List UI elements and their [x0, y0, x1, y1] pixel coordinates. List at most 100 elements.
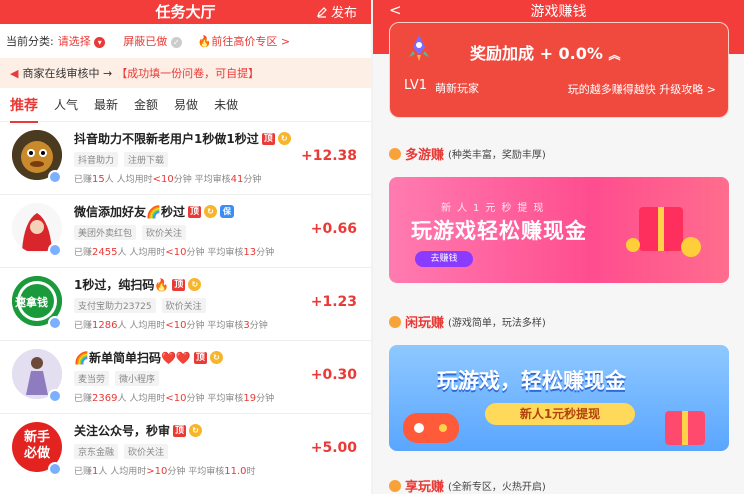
task-title: 🌈新单简单扫码❤️❤️ 顶 ↻ [74, 349, 223, 366]
top-tag: 顶 [172, 278, 186, 291]
verified-badge-icon [48, 243, 62, 257]
task-stats: 已赚1人 人均用时>10分钟 平均审核11.0时 [74, 464, 256, 477]
stat-done-suffix: 人 人均用时 [98, 467, 147, 477]
task-tag: 砍价关注 [124, 444, 169, 459]
task-tags: 支付宝助力23725 砍价关注 [74, 298, 206, 313]
stat-time-suffix: 分钟 平均审核 [186, 394, 244, 404]
verified-badge-icon [48, 462, 62, 476]
task-tag: 京东金融 [74, 444, 119, 459]
high-price-link[interactable]: 🔥前往高价专区 > [198, 33, 290, 49]
hide-done-label: 屏蔽已做 [123, 35, 168, 48]
game-earn-panel: < 游戏赚钱 奖励加成 + 0.0% ︽ LV1 萌新玩家 玩的越多赚得越快 升级… [373, 0, 744, 494]
section-name: 闲玩赚 [405, 316, 445, 331]
verified-badge-icon [48, 316, 62, 330]
task-tag: 砍价关注 [161, 298, 206, 313]
task-title-text: 🌈新单简单扫码❤️❤️ [74, 351, 191, 365]
tab-easy[interactable]: 易做 [174, 96, 198, 113]
top-tag: 顶 [193, 351, 207, 364]
task-tag: 支付宝助力23725 [74, 298, 156, 313]
stat-time: <10 [165, 320, 187, 331]
task-title: 微信添加好友🌈秒过顶 ↻ 保 [74, 203, 234, 220]
banner-subtitle: 新人1元秒提现 [441, 203, 550, 214]
task-row[interactable]: 新手必做 关注公众号，秒审顶 ↻ 京东金融 砍价关注 已赚1人 人均用时>10分钟 … [0, 414, 371, 487]
coin-icon: ↻ [203, 205, 217, 218]
task-stats: 已赚2369人 人均用时<10分钟 平均审核19分钟 [74, 391, 274, 404]
coin-icon [389, 479, 401, 492]
hide-done-toggle[interactable]: 屏蔽已做 ✓ [123, 33, 182, 49]
tab-newest[interactable]: 最新 [94, 96, 118, 113]
stat-time: <10 [165, 247, 187, 258]
chevron-down-icon: ▾ [94, 37, 106, 48]
fire-icon: 🔥 [197, 35, 212, 48]
section-title: 多游赚 (种类丰富，奖励丰厚) [389, 144, 546, 163]
task-row[interactable]: 🌈新单简单扫码❤️❤️ 顶 ↻ 麦当劳 微小程序 已赚2369人 人均用时<10分钟 … [0, 341, 371, 414]
user-level: LV1 萌新玩家 [404, 78, 479, 96]
task-tag: 砍价关注 [142, 225, 187, 240]
section-subtitle: (游戏简单，玩法多样) [448, 318, 546, 329]
stat-review-suffix: 时 [246, 467, 256, 477]
category-filter-bar: 当前分类: 请选择 ▾ 屏蔽已做 ✓ 🔥前往高价专区 > [0, 24, 371, 58]
task-row[interactable]: 微信添加好友🌈秒过顶 ↻ 保 美团外卖红包 砍价关注 已赚2455人 人均用时<10分… [0, 195, 371, 268]
rocket-icon [409, 35, 429, 61]
stat-done-prefix: 已赚 [74, 248, 93, 258]
task-reward: +5.00 [310, 440, 357, 456]
stat-review: 13 [243, 247, 257, 258]
upgrade-guide-link[interactable]: 玩的越多赚得越快 升级攻略 > [568, 81, 716, 97]
task-row[interactable]: 抖音助力不限新老用户1秒做1秒过顶 ↻ 抖音助力 注册下载 已赚15人 人均用时<1… [0, 122, 371, 195]
coin-icon: ↻ [209, 351, 223, 364]
coin-icon: ↻ [277, 132, 291, 145]
stat-time-suffix: 分钟 平均审核 [167, 467, 225, 477]
check-icon: ✓ [170, 37, 182, 48]
stat-done-prefix: 已赚 [74, 467, 93, 477]
task-tags: 麦当劳 微小程序 [74, 371, 160, 386]
speaker-icon: ◀︎ [10, 66, 19, 80]
notice-link[interactable]: 【成功填一份问卷，可自提】 [116, 65, 259, 81]
guarantee-tag: 保 [219, 205, 234, 218]
bonus-rate-text: 奖励加成 + 0.0% [470, 44, 603, 63]
gift-icon [665, 411, 705, 445]
task-title: 1秒过，纯扫码🔥 顶 ↻ [74, 276, 202, 293]
stat-time-suffix: 分钟 平均审核 [173, 175, 231, 185]
game-banner[interactable]: 玩游戏，轻松赚现金 新人1元秒提现 [389, 345, 729, 451]
level-value: LV1 [404, 78, 427, 93]
tab-popular[interactable]: 人气 [54, 96, 78, 113]
section-title: 享玩赚 (全新专区，火热开启) [389, 476, 546, 494]
stat-review-suffix: 分钟 [256, 394, 275, 404]
stat-done: 2455 [92, 247, 118, 258]
task-title-text: 抖音助力不限新老用户1秒做1秒过 [74, 132, 259, 146]
stat-done: 15 [92, 174, 105, 185]
gamepad-icon [403, 413, 459, 443]
game-banner[interactable]: 新人1元秒提现 玩游戏轻松赚现金 去赚钱 [389, 177, 729, 283]
tab-amount[interactable]: 金额 [134, 96, 158, 113]
task-title: 抖音助力不限新老用户1秒做1秒过顶 ↻ [74, 130, 291, 147]
task-tag: 美团外卖红包 [74, 225, 137, 240]
stat-done-suffix: 人 人均用时 [117, 321, 166, 331]
stat-done-prefix: 已赚 [74, 175, 93, 185]
stat-review-suffix: 分钟 [243, 175, 262, 185]
section-title: 闲玩赚 (游戏简单，玩法多样) [389, 312, 546, 331]
task-tags: 京东金融 砍价关注 [74, 444, 169, 459]
category-select[interactable]: 请选择 ▾ [58, 33, 106, 49]
notice-bar[interactable]: ◀︎ 商家在线审核中 → 【成功填一份问卷，可自提】 [0, 58, 371, 88]
level-card: 奖励加成 + 0.0% ︽ LV1 萌新玩家 玩的越多赚得越快 升级攻略 > [389, 22, 729, 118]
stat-done: 2369 [92, 393, 118, 404]
task-tag: 注册下载 [124, 152, 169, 167]
task-row[interactable]: 速拿钱 1秒过，纯扫码🔥 顶 ↻ 支付宝助力23725 砍价关注 已赚1286人 人均… [0, 268, 371, 341]
task-reward: +12.38 [300, 148, 357, 164]
task-stats: 已赚2455人 人均用时<10分钟 平均审核13分钟 [74, 245, 274, 258]
sort-tabs: 推荐 人气 最新 金额 易做 未做 [0, 88, 371, 123]
withdraw-button[interactable]: 新人1元秒提现 [485, 403, 635, 425]
task-hall-panel: 任务大厅 发布 当前分类: 请选择 ▾ 屏蔽已做 ✓ 🔥前往高价专区 > ◀︎ … [0, 0, 371, 494]
coin-icon: ↻ [189, 424, 203, 437]
task-title-text: 微信添加好友🌈秒过 [74, 205, 185, 219]
stat-review: 19 [243, 393, 257, 404]
task-title-text: 关注公众号，秒审 [74, 424, 171, 438]
notice-text: 商家在线审核中 → [22, 67, 113, 80]
earn-button[interactable]: 去赚钱 [415, 251, 473, 267]
tab-undone[interactable]: 未做 [214, 96, 238, 113]
publish-button[interactable]: 发布 [316, 2, 357, 21]
tab-recommend[interactable]: 推荐 [10, 95, 38, 123]
task-tag: 微小程序 [115, 371, 160, 386]
banner-title: 玩游戏轻松赚现金 [411, 219, 587, 243]
stat-done-suffix: 人 人均用时 [117, 394, 166, 404]
